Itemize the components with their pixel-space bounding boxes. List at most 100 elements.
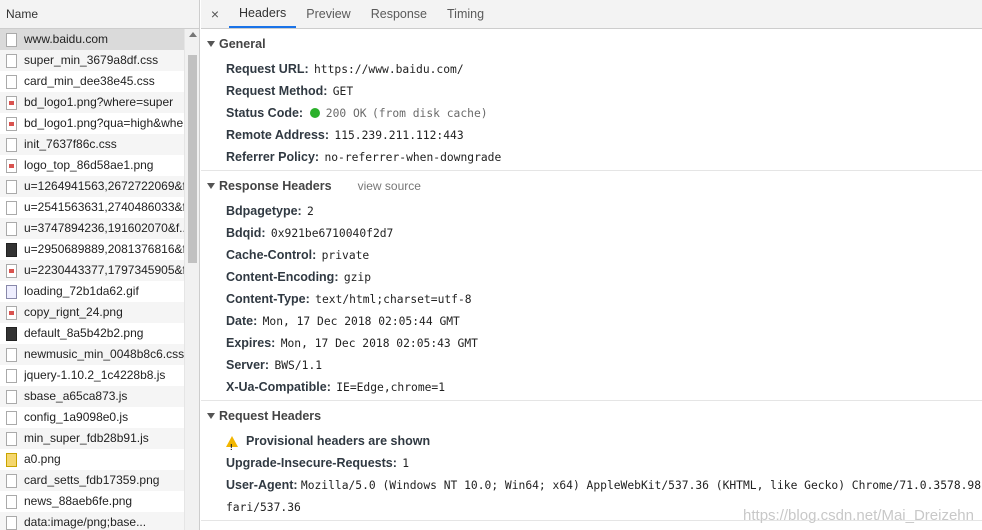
response-header-row: Date: Mon, 17 Dec 2018 02:05:44 GMT (201, 310, 982, 332)
request-list-item[interactable]: init_7637f86c.css (0, 134, 185, 155)
document-icon (6, 410, 17, 425)
request-list-item[interactable]: default_8a5b42b2.png (0, 323, 185, 344)
expand-caret-icon (207, 41, 215, 47)
request-list: www.baidu.com super_min_3679a8df.css card_… (0, 29, 185, 530)
request-name: bd_logo1.png?qua=high&whe (24, 116, 184, 130)
header-key: Bdqid: (226, 226, 266, 240)
request-list-item[interactable]: card_setts_fdb17359.png (0, 470, 185, 491)
user-agent-value-line1: Mozilla/5.0 (Windows NT 10.0; Win64; x64… (300, 479, 982, 492)
request-name: init_7637f86c.css (24, 137, 117, 151)
gif-icon (6, 284, 17, 299)
request-list-item[interactable]: jquery-1.10.2_1c4228b8.js (0, 365, 185, 386)
header-key: Date: (226, 314, 258, 328)
request-list-item[interactable]: bd_logo1.png?where=super (0, 92, 185, 113)
response-header-row: X-Ua-Compatible: IE=Edge,chrome=1 (201, 376, 982, 398)
request-name: bd_logo1.png?where=super (24, 95, 174, 109)
request-list-item[interactable]: u=2230443377,1797345905&f (0, 260, 185, 281)
request-name: u=2950689889,2081376816&f (24, 242, 185, 256)
request-list-item[interactable]: news_88aeb6fe.png (0, 491, 185, 512)
status-code-row: Status Code: 200 OK (from disk cache) (201, 102, 982, 124)
view-source-link[interactable]: view source (358, 179, 421, 193)
request-list-item[interactable]: loading_72b1da62.gif (0, 281, 185, 302)
status-note: (from disk cache) (371, 107, 488, 120)
request-list-item[interactable]: u=2541563631,2740486033&f (0, 197, 185, 218)
document-icon (6, 200, 17, 215)
general-section: General Request URL: https://www.baidu.c… (201, 29, 982, 171)
name-column-header[interactable]: Name (0, 0, 199, 29)
request-url-row: Request URL: https://www.baidu.com/ (201, 58, 982, 80)
header-value: 2 (307, 205, 314, 218)
header-value: 0x921be6710040f2d7 (270, 227, 394, 240)
request-list-item[interactable]: logo_top_86d58ae1.png (0, 155, 185, 176)
tab-headers[interactable]: Headers (229, 0, 297, 28)
request-name: loading_72b1da62.gif (24, 284, 139, 298)
document-icon (6, 74, 17, 89)
upgrade-insecure-row: Upgrade-Insecure-Requests: 1 (201, 452, 982, 474)
response-headers-section: Response Headers view source Bdpagetype:… (201, 171, 982, 401)
request-list-item[interactable]: card_min_dee38e45.css (0, 71, 185, 92)
image-icon (6, 263, 17, 278)
request-details-panel: × Headers Preview Response Timing Genera… (201, 0, 982, 530)
request-list-item[interactable]: u=2950689889,2081376816&f (0, 239, 185, 260)
request-name: u=2541563631,2740486033&f (24, 200, 185, 214)
request-list-item[interactable]: u=3747894236,191602070&f... (0, 218, 185, 239)
remote-address-value: 115.239.211.112:443 (334, 129, 464, 142)
request-list-item[interactable]: super_min_3679a8df.css (0, 50, 185, 71)
request-list-item[interactable]: data:image/png;base... (0, 512, 185, 530)
request-list-item[interactable]: newmusic_min_0048b8c6.css (0, 344, 185, 365)
request-method-value: GET (332, 85, 354, 98)
response-header-rows: Bdpagetype: 2 Bdqid: 0x921be6710040f2d7 Ca… (201, 200, 982, 398)
request-name: min_super_fdb28b91.js (24, 431, 149, 445)
tab-timing[interactable]: Timing (437, 0, 494, 28)
response-headers-section-header[interactable]: Response Headers view source (201, 171, 982, 200)
request-url-key: Request URL: (226, 62, 309, 76)
header-value: private (321, 249, 370, 262)
response-header-row: Bdpagetype: 2 (201, 200, 982, 222)
request-name: copy_rignt_24.png (24, 305, 123, 319)
yellow-image-icon (6, 452, 17, 467)
request-name: sbase_a65ca873.js (24, 389, 128, 403)
request-name: logo_top_86d58ae1.png (24, 158, 154, 172)
response-header-row: Cache-Control: private (201, 244, 982, 266)
response-header-row: Content-Encoding: gzip (201, 266, 982, 288)
scroll-up-arrow-icon[interactable] (189, 32, 197, 37)
details-tabbar: × Headers Preview Response Timing (201, 0, 982, 29)
request-list-item[interactable]: sbase_a65ca873.js (0, 386, 185, 407)
response-headers-title: Response Headers (219, 179, 332, 193)
request-list-item[interactable]: www.baidu.com (0, 29, 185, 50)
request-name: super_min_3679a8df.css (24, 53, 159, 67)
watermark: https://blog.csdn.net/Mai_Dreizehn (743, 507, 974, 524)
request-list-scrollbar[interactable] (184, 29, 199, 530)
header-key: Content-Encoding: (226, 270, 339, 284)
document-icon (6, 515, 17, 530)
name-column-label: Name (6, 7, 39, 21)
close-icon[interactable]: × (207, 0, 223, 28)
request-list-item[interactable]: bd_logo1.png?qua=high&whe (0, 113, 185, 134)
response-header-row: Bdqid: 0x921be6710040f2d7 (201, 222, 982, 244)
user-agent-key: User-Agent: (226, 478, 298, 492)
request-list-item[interactable]: config_1a9098e0.js (0, 407, 185, 428)
request-list-item[interactable]: copy_rignt_24.png (0, 302, 185, 323)
tab-preview[interactable]: Preview (296, 0, 360, 28)
user-agent-value-line2: fari/537.36 (226, 501, 301, 514)
referrer-policy-row: Referrer Policy: no-referrer-when-downgr… (201, 146, 982, 168)
header-value: Mon, 17 Dec 2018 02:05:43 GMT (280, 337, 478, 350)
response-header-row: Server: BWS/1.1 (201, 354, 982, 376)
header-key: Content-Type: (226, 292, 310, 306)
request-name: a0.png (24, 452, 61, 466)
request-headers-title: Request Headers (219, 409, 322, 423)
tab-response[interactable]: Response (361, 0, 437, 28)
status-code-key: Status Code: (226, 106, 304, 120)
dark-image-icon (6, 242, 17, 257)
image-icon (6, 95, 17, 110)
header-value: BWS/1.1 (274, 359, 323, 372)
general-section-header[interactable]: General (201, 29, 982, 58)
request-list-item[interactable]: u=1264941563,2672722069&f (0, 176, 185, 197)
request-list-item[interactable]: a0.png (0, 449, 185, 470)
request-headers-section-header[interactable]: Request Headers (201, 401, 982, 430)
upgrade-insecure-value: 1 (402, 457, 410, 470)
status-ok-dot-icon (310, 108, 321, 118)
scroll-thumb[interactable] (188, 55, 197, 263)
header-key: Bdpagetype: (226, 204, 302, 218)
request-list-item[interactable]: min_super_fdb28b91.js (0, 428, 185, 449)
